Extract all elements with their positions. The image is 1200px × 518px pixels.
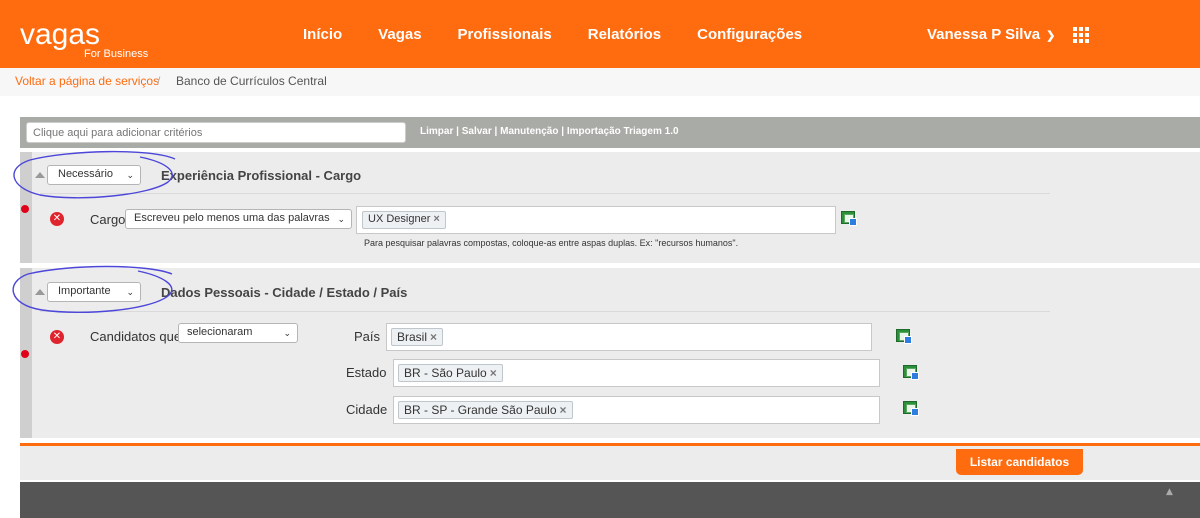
chevron-down-icon: ⌄: [126, 170, 134, 180]
state-input[interactable]: BR - São Paulo ×: [393, 359, 880, 387]
priority-select[interactable]: Importante ⌄: [47, 282, 141, 302]
action-bar: Listar candidatos: [20, 443, 1200, 480]
nav-relatorios[interactable]: Relatórios: [588, 26, 661, 43]
city-tag: BR - SP - Grande São Paulo ×: [398, 401, 573, 419]
breadcrumb: Voltar a página de serviços / Banco de C…: [0, 68, 1200, 96]
priority-select[interactable]: Necessário ⌄: [47, 165, 141, 185]
tag-label: UX Designer: [368, 213, 431, 225]
condition-select[interactable]: Escreveu pelo menos uma das palavras ⌄: [125, 209, 352, 229]
user-name: Vanessa P Silva: [927, 26, 1041, 43]
nav-vagas[interactable]: Vagas: [378, 26, 421, 43]
toolbar-links: Limpar | Salvar | Manutenção | Importaçã…: [420, 126, 679, 137]
city-input[interactable]: BR - SP - Grande São Paulo ×: [393, 396, 880, 424]
tag-label: BR - SP - Grande São Paulo: [404, 403, 557, 417]
section-title: Dados Pessoais - Cidade / Estado / País: [161, 285, 408, 300]
nav-configuracoes[interactable]: Configurações: [697, 26, 802, 43]
divider: [40, 193, 1050, 194]
apps-grid-icon[interactable]: [1073, 27, 1089, 43]
toolbar-separator: |: [561, 126, 565, 137]
criteria-toolbar: Limpar | Salvar | Manutenção | Importaçã…: [20, 117, 1200, 148]
required-dot-indicator: [21, 205, 29, 213]
user-menu[interactable]: Vanessa P Silva ❯: [927, 26, 1055, 43]
remove-criterion-icon[interactable]: ✕: [50, 330, 64, 344]
nav-profissionais[interactable]: Profissionais: [458, 26, 552, 43]
state-label: Estado: [346, 365, 387, 380]
criteria-section-experience: Necessário ⌄ Experiência Profissional - …: [20, 152, 1200, 263]
condition-select[interactable]: selecionaram ⌄: [178, 323, 298, 343]
nav-inicio[interactable]: Início: [303, 26, 342, 43]
main-nav: Início Vagas Profissionais Relatórios Co…: [303, 26, 838, 43]
excel-import-icon[interactable]: [896, 329, 912, 344]
collapse-arrow-icon[interactable]: [35, 172, 45, 178]
country-input[interactable]: Brasil ×: [386, 323, 872, 351]
breadcrumb-current: Banco de Currículos Central: [176, 74, 327, 88]
keyword-tag: UX Designer ×: [362, 211, 446, 229]
add-criteria-input[interactable]: [26, 122, 406, 143]
country-label: País: [354, 329, 381, 344]
import-triage-link[interactable]: Importação Triagem 1.0: [567, 126, 679, 137]
toolbar-separator: |: [494, 126, 498, 137]
remove-tag-icon[interactable]: ×: [560, 403, 567, 417]
remove-tag-icon[interactable]: ×: [490, 366, 497, 380]
collapse-arrow-icon[interactable]: [35, 289, 45, 295]
save-link[interactable]: Salvar: [462, 126, 492, 137]
breadcrumb-separator: /: [157, 74, 161, 88]
toolbar-separator: |: [456, 126, 459, 137]
field-label: Cargo: [90, 212, 126, 227]
list-candidates-button[interactable]: Listar candidatos: [956, 449, 1083, 475]
search-hint: Para pesquisar palavras compostas, coloq…: [364, 238, 739, 248]
chevron-down-icon: ⌄: [283, 328, 291, 338]
required-dot-indicator: [21, 350, 29, 358]
remove-tag-icon[interactable]: ×: [433, 213, 439, 225]
excel-import-icon[interactable]: [903, 401, 919, 416]
remove-criterion-icon[interactable]: ✕: [50, 212, 64, 226]
maintenance-link[interactable]: Manutenção: [500, 126, 558, 137]
breadcrumb-back-link[interactable]: Voltar a página de serviços: [15, 74, 159, 88]
excel-import-icon[interactable]: [903, 365, 919, 380]
clear-link[interactable]: Limpar: [420, 126, 453, 137]
vagas-logo[interactable]: vagas For Business: [20, 18, 148, 61]
logo-text: vagas: [20, 18, 101, 51]
logo-subtitle: For Business: [84, 48, 149, 60]
chevron-down-icon: ❯: [1046, 30, 1056, 42]
state-tag: BR - São Paulo ×: [398, 364, 503, 382]
footer-dark-panel: [20, 482, 1200, 518]
condition-value: Escreveu pelo menos uma das palavras: [134, 212, 330, 224]
city-label: Cidade: [346, 402, 388, 417]
section-title: Experiência Profissional - Cargo: [161, 168, 362, 183]
excel-import-icon[interactable]: [841, 211, 857, 226]
condition-value: selecionaram: [187, 326, 253, 338]
chevron-down-icon: ⌄: [337, 214, 345, 224]
priority-value: Importante: [58, 285, 111, 297]
top-navigation-bar: vagas For Business Início Vagas Profissi…: [0, 0, 1200, 68]
scroll-up-icon[interactable]: ▲: [1166, 487, 1176, 497]
keyword-input[interactable]: UX Designer ×: [356, 206, 836, 234]
tag-label: Brasil: [397, 330, 428, 344]
tag-label: BR - São Paulo: [404, 366, 487, 380]
criteria-section-location: Importante ⌄ Dados Pessoais - Cidade / E…: [20, 268, 1200, 438]
divider: [40, 311, 1050, 312]
field-label: Candidatos que: [90, 329, 182, 344]
priority-value: Necessário: [58, 168, 114, 180]
remove-tag-icon[interactable]: ×: [430, 330, 437, 344]
chevron-down-icon: ⌄: [126, 287, 134, 297]
country-tag: Brasil ×: [391, 328, 444, 346]
